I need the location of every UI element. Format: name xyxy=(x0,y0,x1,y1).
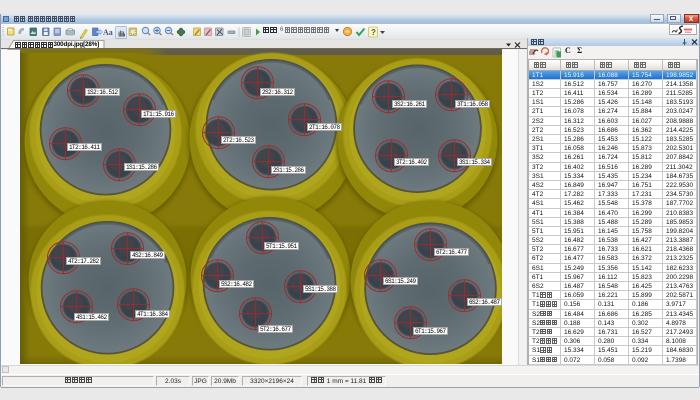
svg-text:?: ? xyxy=(371,28,376,37)
svg-text:Aa: Aa xyxy=(103,28,113,37)
